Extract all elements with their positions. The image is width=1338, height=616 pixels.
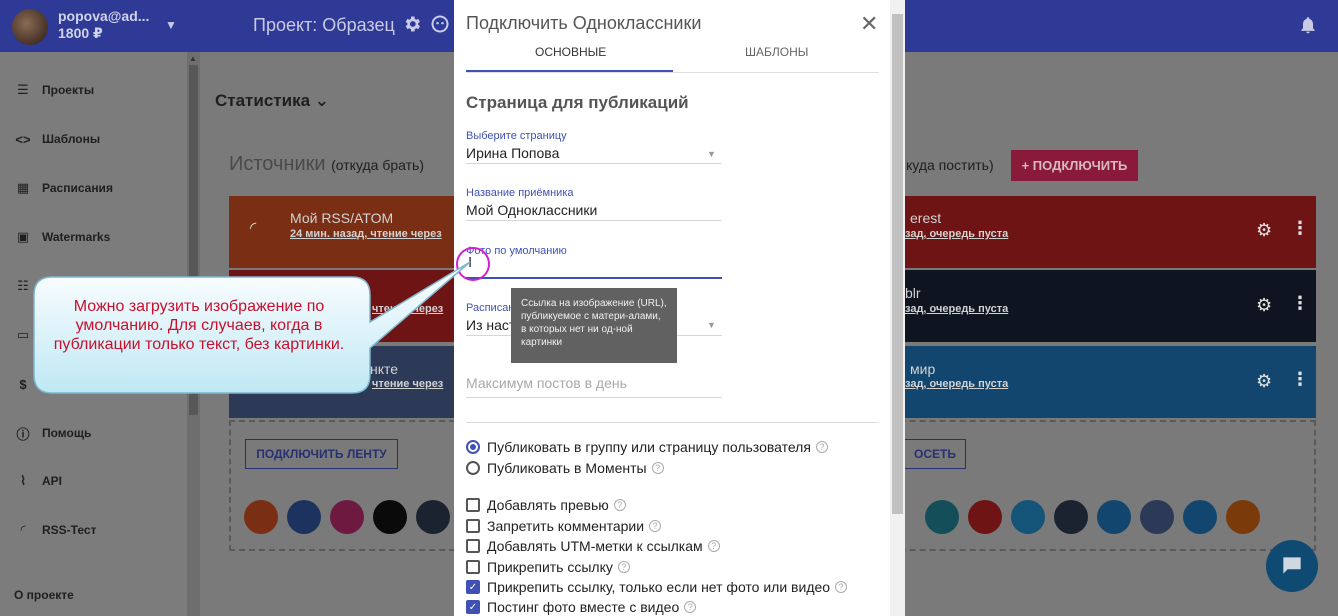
callout-text: Можно загрузить изображение по умолчанию…	[53, 298, 345, 353]
